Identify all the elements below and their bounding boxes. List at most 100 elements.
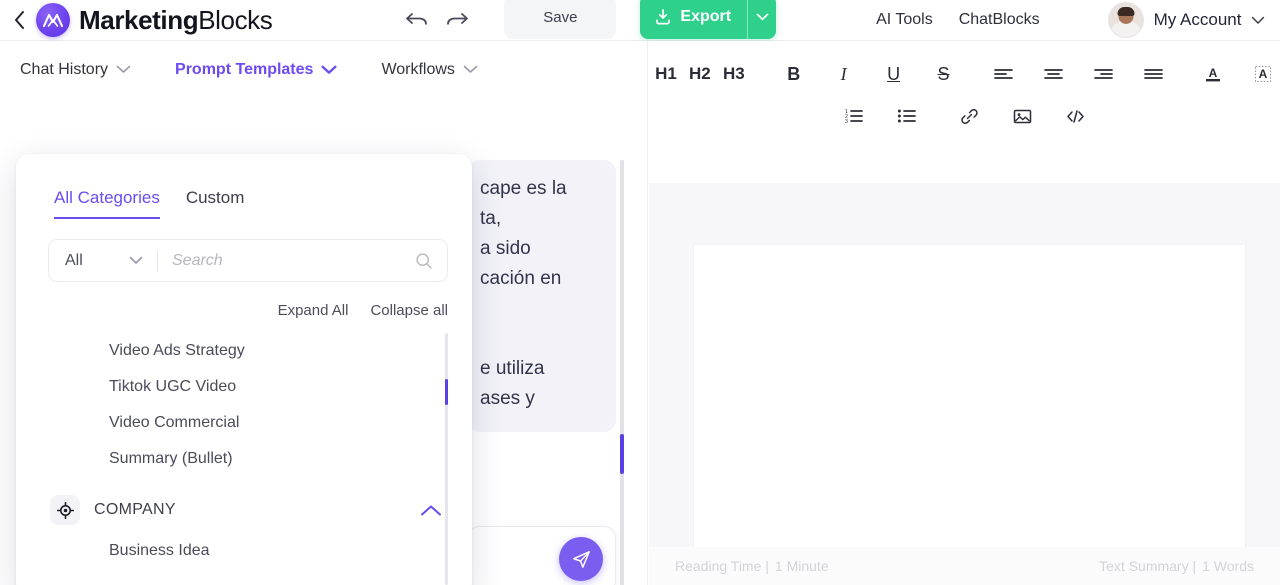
text-color-button[interactable]: A xyxy=(1196,59,1230,89)
chat-column: Chat History Prompt Templates Workflows … xyxy=(0,41,648,585)
prompt-templates-panel: All Categories Custom All Search Expand … xyxy=(16,154,472,585)
chevron-down-icon xyxy=(463,65,478,73)
italic-button[interactable]: I xyxy=(827,59,861,89)
save-button[interactable]: Save xyxy=(504,0,617,39)
subnav-item-chat-history[interactable]: Chat History xyxy=(20,61,131,79)
tab-custom[interactable]: Custom xyxy=(186,188,245,219)
undo-icon xyxy=(406,13,428,25)
brand-title: MarketingBlocks xyxy=(79,4,273,36)
chevron-down-icon xyxy=(756,13,768,21)
chevron-down-icon xyxy=(116,65,131,73)
ordered-list-icon: 1 2 3 xyxy=(845,109,863,124)
category-select-value: All xyxy=(65,251,83,269)
group-header-company[interactable]: COMPANY xyxy=(16,487,472,533)
nav-item-ai-tools[interactable]: AI Tools xyxy=(876,11,933,29)
panel-tabs: All Categories Custom xyxy=(16,154,472,219)
chat-scrollbar-thumb[interactable] xyxy=(620,434,624,474)
align-center-button[interactable] xyxy=(1036,59,1070,89)
bold-button[interactable]: B xyxy=(777,59,811,89)
text-summary-label: Text Summary | xyxy=(1099,558,1197,574)
templates-list: Video Ads Strategy Tiktok UGC Video Vide… xyxy=(16,333,472,585)
svg-text:3: 3 xyxy=(845,119,848,124)
brand-title-bold: Marketing xyxy=(79,4,199,35)
list-item[interactable]: Summary (Bullet) xyxy=(16,441,472,477)
svg-text:A: A xyxy=(1209,66,1218,80)
list-item[interactable]: Video Commercial xyxy=(16,405,472,441)
download-icon xyxy=(656,9,671,25)
heading-2-button[interactable]: H2 xyxy=(683,64,717,84)
export-button[interactable]: Export xyxy=(640,0,748,39)
send-message-button[interactable] xyxy=(559,537,603,581)
list-item[interactable]: Video Ads Strategy xyxy=(16,333,472,369)
expand-all-button[interactable]: Expand All xyxy=(278,302,349,319)
link-icon xyxy=(961,108,978,124)
panel-scrollbar-track[interactable] xyxy=(445,333,448,585)
chevron-down-icon xyxy=(321,65,338,74)
export-label: Export xyxy=(680,8,732,25)
search-input[interactable] xyxy=(158,251,401,270)
document-page[interactable] xyxy=(694,245,1245,585)
list-item[interactable]: Tiktok UGC Video xyxy=(16,369,472,405)
tab-all-categories[interactable]: All Categories xyxy=(54,188,160,219)
chat-message-bubble: cape es la ta, a sido cación en e utiliz… xyxy=(468,160,616,432)
search-icon xyxy=(416,252,432,269)
insert-image-button[interactable] xyxy=(1004,101,1041,131)
brand-logo-group[interactable]: MarketingBlocks xyxy=(36,3,273,37)
reading-time-value: 1 Minute xyxy=(774,558,829,574)
target-icon-glyph xyxy=(56,501,74,519)
heading-3-button[interactable]: H3 xyxy=(717,64,751,84)
panel-search-row: All xyxy=(48,239,448,282)
back-button[interactable] xyxy=(6,5,32,35)
redo-button[interactable] xyxy=(444,9,470,31)
logo-mountain-glyph xyxy=(42,13,64,28)
strikethrough-button[interactable]: S xyxy=(927,59,961,89)
category-select[interactable]: All xyxy=(49,252,157,270)
chat-composer xyxy=(468,526,616,585)
export-dropdown-button[interactable] xyxy=(747,0,777,39)
subnav-item-prompt-templates[interactable]: Prompt Templates xyxy=(175,60,338,79)
subnav-label: Chat History xyxy=(20,60,109,78)
chat-scrollbar-track[interactable] xyxy=(620,160,624,585)
chevron-left-icon xyxy=(14,11,24,29)
target-icon xyxy=(50,495,80,525)
send-paper-plane-icon xyxy=(572,550,590,568)
undo-redo-group xyxy=(404,9,470,31)
underline-button[interactable]: U xyxy=(877,59,911,89)
export-button-group: Export xyxy=(640,0,777,39)
undo-button[interactable] xyxy=(404,9,430,31)
text-summary-value: 1 Words xyxy=(1202,558,1254,574)
editor-toolbar: H1 H2 H3 B I U S A A 1 2 3 xyxy=(649,41,1280,137)
align-justify-icon xyxy=(1143,69,1163,79)
chevron-up-icon xyxy=(421,505,441,515)
account-label: My Account xyxy=(1153,10,1242,29)
list-item[interactable]: Business Idea xyxy=(16,533,472,569)
ordered-list-button[interactable]: 1 2 3 xyxy=(835,101,872,131)
panel-scrollbar-thumb[interactable] xyxy=(445,379,448,405)
reading-time-label: Reading Time | xyxy=(675,558,769,574)
highlight-color-icon: A xyxy=(1255,66,1272,82)
code-block-button[interactable] xyxy=(1057,101,1094,131)
chevron-down-icon xyxy=(1252,16,1265,24)
my-account-menu[interactable]: My Account xyxy=(1107,2,1266,38)
subnav-label: Prompt Templates xyxy=(175,60,314,78)
code-icon xyxy=(1067,109,1084,123)
search-button[interactable] xyxy=(401,252,447,270)
subnav-item-workflows[interactable]: Workflows xyxy=(381,61,478,79)
align-left-button[interactable] xyxy=(986,59,1020,89)
align-right-button[interactable] xyxy=(1086,59,1120,89)
bullet-list-icon xyxy=(897,109,916,123)
expand-collapse-row: Expand All Collapse all xyxy=(16,282,472,319)
collapse-group-button[interactable] xyxy=(420,504,442,517)
align-justify-button[interactable] xyxy=(1136,59,1170,89)
heading-1-button[interactable]: H1 xyxy=(649,64,683,84)
highlight-color-button[interactable]: A xyxy=(1246,59,1280,89)
subnav-label: Workflows xyxy=(381,60,455,78)
document-canvas-area xyxy=(649,183,1280,585)
nav-item-chatblocks[interactable]: ChatBlocks xyxy=(959,11,1040,29)
bullet-list-button[interactable] xyxy=(888,101,925,131)
editor-toolbar-row-1: H1 H2 H3 B I U S A A xyxy=(649,53,1280,95)
svg-text:A: A xyxy=(1259,67,1268,81)
collapse-all-button[interactable]: Collapse all xyxy=(370,302,448,319)
chat-subnav: Chat History Prompt Templates Workflows xyxy=(0,41,647,98)
insert-link-button[interactable] xyxy=(951,101,988,131)
